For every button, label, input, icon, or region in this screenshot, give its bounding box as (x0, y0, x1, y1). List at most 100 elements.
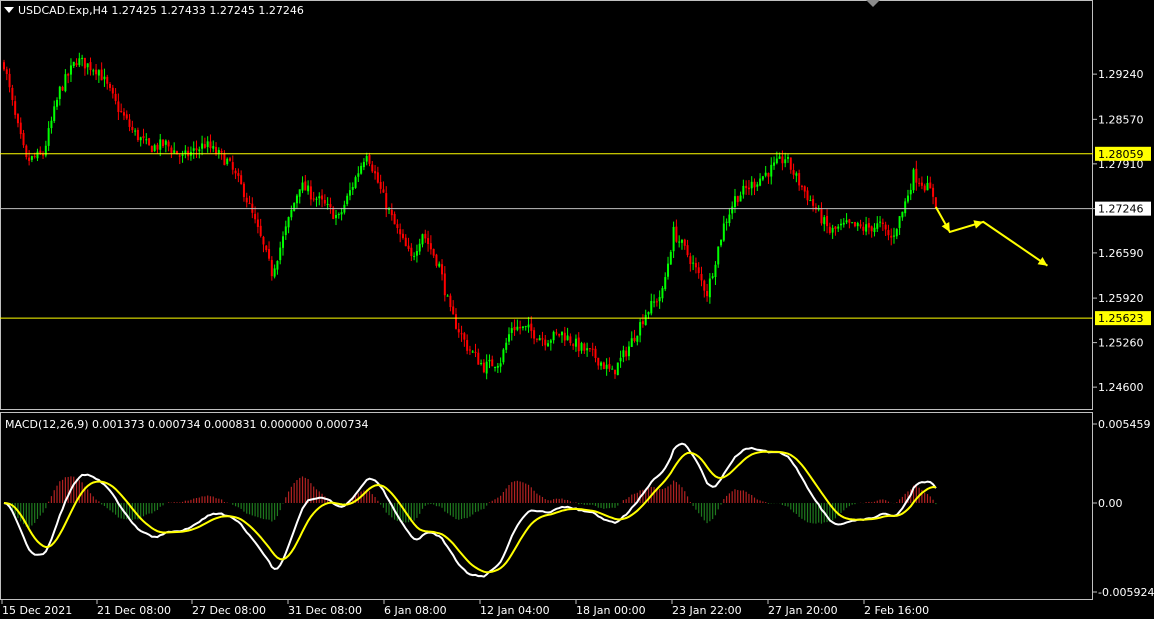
candle-body (502, 349, 505, 363)
candle-body (767, 173, 770, 177)
candle-body (418, 243, 421, 252)
candle-body (148, 138, 151, 145)
candle-body (371, 164, 374, 172)
candle-body (636, 335, 639, 342)
candle-body (820, 208, 823, 224)
candle-body (365, 155, 368, 162)
candle-body (159, 139, 162, 150)
candle-body (184, 150, 187, 154)
candle-body (362, 161, 365, 168)
candle-body (351, 186, 354, 190)
candle-body (134, 130, 137, 132)
time-tick-label: 18 Jan 00:00 (576, 604, 646, 617)
candle-body (78, 58, 81, 66)
candle-body (806, 190, 809, 201)
price-tick-label: 1.29240 (1098, 68, 1144, 81)
candle-body (594, 348, 597, 358)
candle-body (201, 143, 204, 149)
candle-body (114, 93, 117, 101)
candle-body (499, 363, 502, 367)
candle-body (374, 171, 377, 174)
time-tick-label: 12 Jan 04:00 (480, 604, 550, 617)
svg-text:1.27246: 1.27246 (1098, 203, 1144, 216)
candle-body (507, 334, 510, 342)
candle-body (463, 333, 466, 340)
candle-body (736, 196, 739, 203)
candle-body (254, 213, 257, 220)
candle-body (203, 144, 206, 148)
candle-body (318, 196, 321, 199)
candle-body (742, 185, 745, 195)
candle-body (290, 209, 293, 218)
candle-body (678, 241, 681, 243)
candle-body (340, 212, 343, 215)
candle-body (443, 273, 446, 296)
candle-body (549, 340, 552, 343)
candle-body (669, 251, 672, 265)
candle-body (524, 326, 527, 328)
candle-body (33, 156, 36, 158)
price-tick-label: 1.28570 (1098, 113, 1144, 126)
candle-body (703, 280, 706, 291)
candle-body (906, 195, 909, 202)
candle-body (111, 87, 114, 94)
candle-body (30, 156, 33, 160)
candle-body (415, 250, 418, 256)
candle-body (393, 213, 396, 225)
candle-body (558, 333, 561, 336)
candle-body (256, 219, 259, 227)
trading-chart[interactable]: USDCAD.Exp,H4 1.27425 1.27433 1.27245 1.… (0, 0, 1154, 619)
candle-body (867, 223, 870, 228)
candle-body (828, 226, 831, 233)
candle-body (496, 365, 499, 368)
time-tick-label: 2 Feb 16:00 (864, 604, 929, 617)
candle-body (700, 273, 703, 281)
candle-body (798, 173, 801, 186)
candle-body (131, 126, 134, 131)
candle-body (25, 145, 28, 158)
candle-body (759, 178, 762, 186)
candle-body (173, 150, 176, 153)
candle-body (460, 333, 463, 335)
candle-body (139, 137, 142, 141)
candle-body (53, 106, 56, 122)
candle-body (898, 216, 901, 228)
candle-body (853, 221, 856, 227)
candle-body (650, 301, 653, 314)
candle-body (773, 162, 776, 166)
candle-body (72, 61, 75, 67)
candle-body (410, 247, 413, 256)
candle-body (301, 182, 304, 191)
candle-body (326, 203, 329, 205)
candle-body (848, 219, 851, 223)
candle-body (619, 357, 622, 362)
candle-body (315, 198, 318, 200)
candle-body (223, 153, 226, 166)
candle-body (413, 255, 416, 257)
candle-body (265, 245, 268, 251)
candle-body (574, 338, 577, 347)
candle-body (379, 181, 382, 189)
candle-body (178, 155, 181, 157)
candle-body (929, 182, 932, 189)
candle-body (519, 326, 522, 329)
candle-body (739, 195, 742, 202)
candle-body (842, 222, 845, 225)
time-tick-label: 27 Dec 08:00 (192, 604, 266, 617)
candle-body (856, 223, 859, 227)
svg-text:1.28059: 1.28059 (1098, 148, 1144, 161)
candle-body (337, 214, 340, 216)
candle-body (457, 329, 460, 333)
candle-body (586, 348, 589, 351)
candle-body (717, 246, 720, 265)
candle-body (50, 120, 53, 129)
candle-body (307, 185, 310, 192)
candle-body (404, 237, 407, 247)
candle-body (722, 223, 725, 241)
candle-body (639, 322, 642, 336)
candle-body (248, 203, 251, 205)
candle-body (728, 214, 731, 223)
candle-body (81, 57, 84, 60)
candle-body (544, 339, 547, 346)
candle-body (887, 230, 890, 236)
